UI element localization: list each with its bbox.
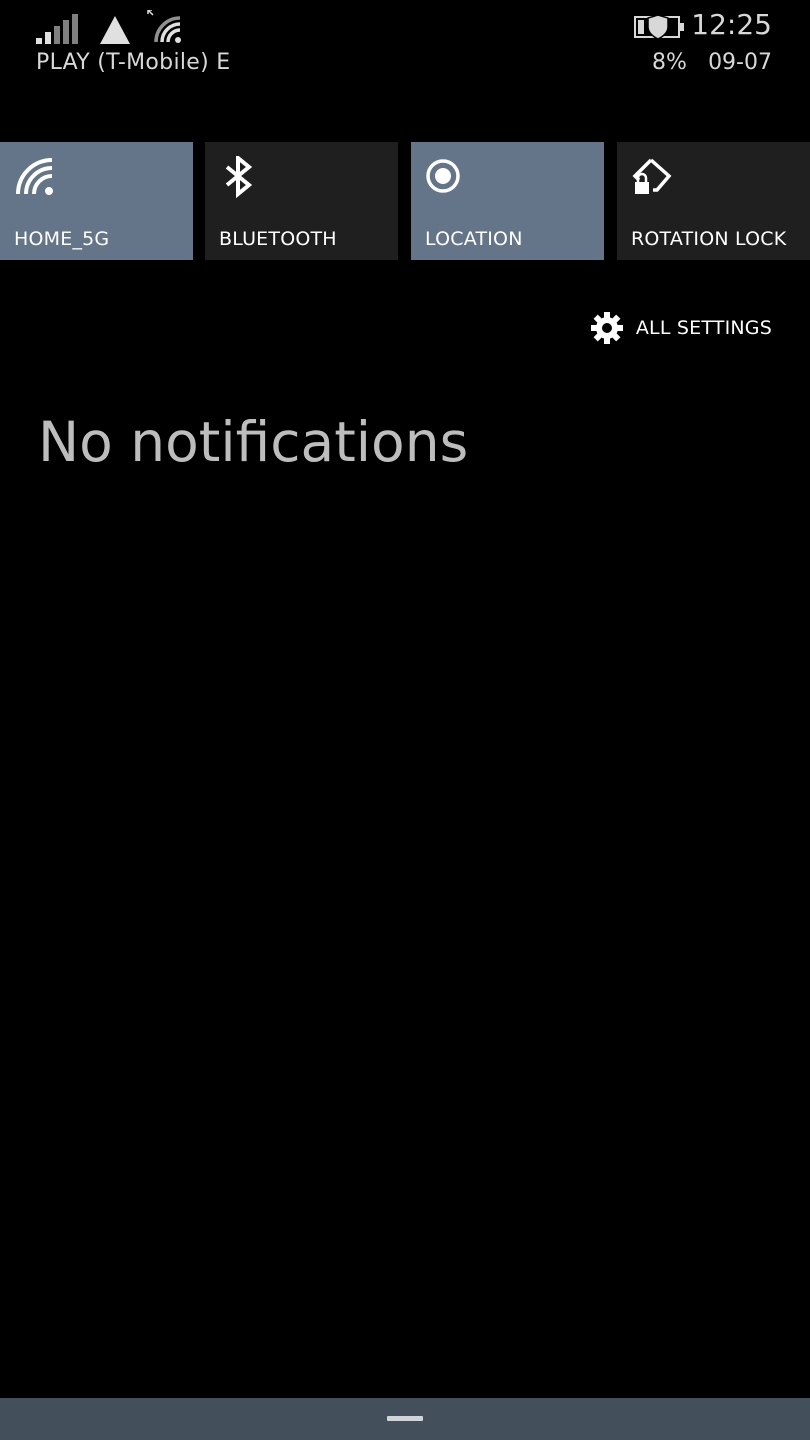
- quick-action-location[interactable]: LOCATION: [411, 142, 604, 260]
- wifi-icon: [16, 158, 53, 195]
- all-settings-button[interactable]: ALL SETTINGS: [590, 310, 772, 346]
- collapse-handle-bar[interactable]: [0, 1398, 810, 1440]
- bluetooth-icon: [225, 156, 253, 198]
- date: 09-07: [708, 50, 772, 75]
- signal-strength-icon: [36, 14, 78, 44]
- all-settings-label: ALL SETTINGS: [635, 317, 772, 339]
- status-bar[interactable]: PLAY (T-Mobile) E 12:25 8% 09-07: [0, 0, 810, 100]
- status-icons: [36, 10, 186, 44]
- quick-action-bluetooth[interactable]: BLUETOOTH: [205, 142, 398, 260]
- quick-actions: HOME_5G BLUETOOTH LOCATION ROTATION LOCK: [0, 142, 810, 260]
- rotation-lock-icon: [632, 158, 672, 194]
- battery-saver-icon: [634, 14, 684, 40]
- location-icon: [426, 159, 460, 193]
- no-notifications-text: No notifications: [38, 410, 469, 474]
- quick-action-label: HOME_5G: [14, 228, 110, 250]
- network-triangle-icon: [100, 16, 130, 44]
- quick-action-label: BLUETOOTH: [219, 228, 337, 250]
- quick-action-label: LOCATION: [425, 228, 523, 250]
- action-center: PLAY (T-Mobile) E 12:25 8% 09-07 HOME_5G: [0, 0, 810, 1440]
- quick-action-label: ROTATION LOCK: [631, 228, 787, 250]
- carrier-name: PLAY (T-Mobile) E: [36, 50, 231, 75]
- gear-icon: [590, 312, 623, 344]
- drag-handle-icon[interactable]: [387, 1416, 423, 1421]
- wifi-icon: [147, 10, 181, 43]
- battery-percent: 8%: [652, 50, 687, 75]
- quick-action-rotation-lock[interactable]: ROTATION LOCK: [617, 142, 810, 260]
- clock: 12:25: [691, 8, 772, 41]
- quick-action-wifi[interactable]: HOME_5G: [0, 142, 193, 260]
